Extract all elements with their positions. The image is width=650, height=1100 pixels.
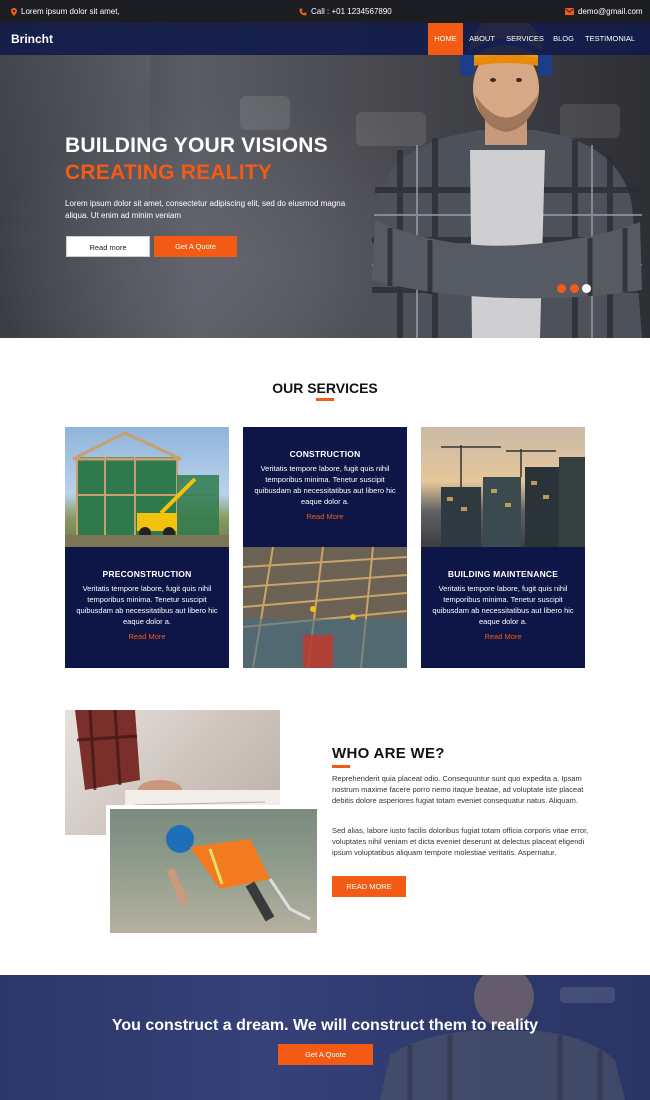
cta-title: You construct a dream. We will construct…	[111, 1017, 539, 1034]
hero-section: Lorem ipsum dolor sit amet, Call : +01 1…	[0, 0, 650, 338]
card-title: BUILDING MAINTENANCE	[447, 569, 559, 579]
hero-subtitle-accent: CREATING REALITY	[65, 161, 272, 184]
get-quote-button[interactable]: Get A Quote	[154, 236, 237, 257]
services-title: OUR SERVICES	[272, 380, 378, 396]
construction-photo	[243, 547, 407, 668]
who-paragraph-1: Reprehenderit quia placeat odio. Consequ…	[332, 774, 584, 806]
email-text: demo@gmail.com	[578, 7, 643, 16]
phone-icon	[299, 8, 307, 15]
card-read-more-link[interactable]: Read More	[243, 512, 407, 521]
phone-text: Call : +01 1234567890	[311, 7, 392, 16]
service-card-building-maintenance: BUILDING MAINTENANCE Veritatis tempore l…	[421, 547, 585, 668]
who-paragraph-2: Sed alias, labore iusto facilis doloribu…	[332, 826, 589, 858]
who-photo-frame	[106, 805, 321, 935]
nav-home[interactable]: HOME	[428, 23, 463, 55]
nav-blog[interactable]: BLOG	[551, 23, 576, 55]
service-card-preconstruction: PRECONSTRUCTION Veritatis tempore labore…	[65, 547, 229, 668]
main-navbar: Brincht HOME ABOUT SERVICES BLOG TESTIMO…	[0, 23, 650, 55]
card-text: Veritatis tempore labore, fugit quis nih…	[254, 464, 396, 506]
card-read-more-link[interactable]: Read More	[421, 632, 585, 641]
roofer-worker-image	[166, 825, 311, 922]
who-title-underline	[332, 765, 350, 768]
house-frame-image	[65, 431, 229, 548]
nav-about[interactable]: ABOUT	[466, 23, 498, 55]
brand-logo[interactable]: Brincht	[11, 32, 53, 46]
hero-description: Lorem ipsum dolor sit amet, consectetur …	[65, 199, 346, 220]
card-text: Veritatis tempore labore, fugit quis nih…	[76, 584, 218, 626]
who-title: WHO ARE WE?	[332, 745, 445, 762]
card-text: Veritatis tempore labore, fugit quis nih…	[432, 584, 574, 626]
maintenance-photo	[421, 427, 585, 548]
slider-dot-1[interactable]	[557, 284, 566, 293]
mail-icon	[565, 8, 574, 15]
location-pin-icon	[11, 7, 17, 16]
card-title: PRECONSTRUCTION	[102, 569, 192, 579]
email-item[interactable]: demo@gmail.com	[565, 7, 643, 16]
cta-section	[0, 975, 650, 1100]
city-skyline-image	[441, 445, 585, 548]
top-info-bar: Lorem ipsum dolor sit amet, Call : +01 1…	[0, 0, 650, 23]
preconstruction-photo	[65, 427, 229, 548]
nav-services[interactable]: SERVICES	[504, 23, 546, 55]
phone-item[interactable]: Call : +01 1234567890	[299, 7, 392, 16]
service-card-construction: CONSTRUCTION Veritatis tempore labore, f…	[243, 427, 407, 548]
slider-dot-2[interactable]	[570, 284, 579, 293]
services-title-underline	[316, 398, 334, 401]
nav-testimonial[interactable]: TESTIMONIAL	[584, 23, 636, 55]
who-photo-roofer	[110, 809, 317, 933]
card-title: CONSTRUCTION	[289, 449, 361, 459]
address-item: Lorem ipsum dolor sit amet,	[11, 7, 120, 16]
ceiling-light	[240, 96, 290, 130]
hero-title: BUILDING YOUR VISIONS	[65, 134, 328, 157]
read-more-button[interactable]: Read more	[66, 236, 150, 257]
construction-site-image	[243, 547, 407, 668]
card-read-more-link[interactable]: Read More	[65, 632, 229, 641]
cta-get-quote-button[interactable]: Get A Quote	[278, 1044, 373, 1065]
cta-ceiling-light	[560, 987, 615, 1003]
who-read-more-button[interactable]: READ MORE	[332, 876, 406, 897]
address-text: Lorem ipsum dolor sit amet,	[21, 7, 120, 16]
slider-dot-3-active[interactable]	[582, 284, 591, 293]
